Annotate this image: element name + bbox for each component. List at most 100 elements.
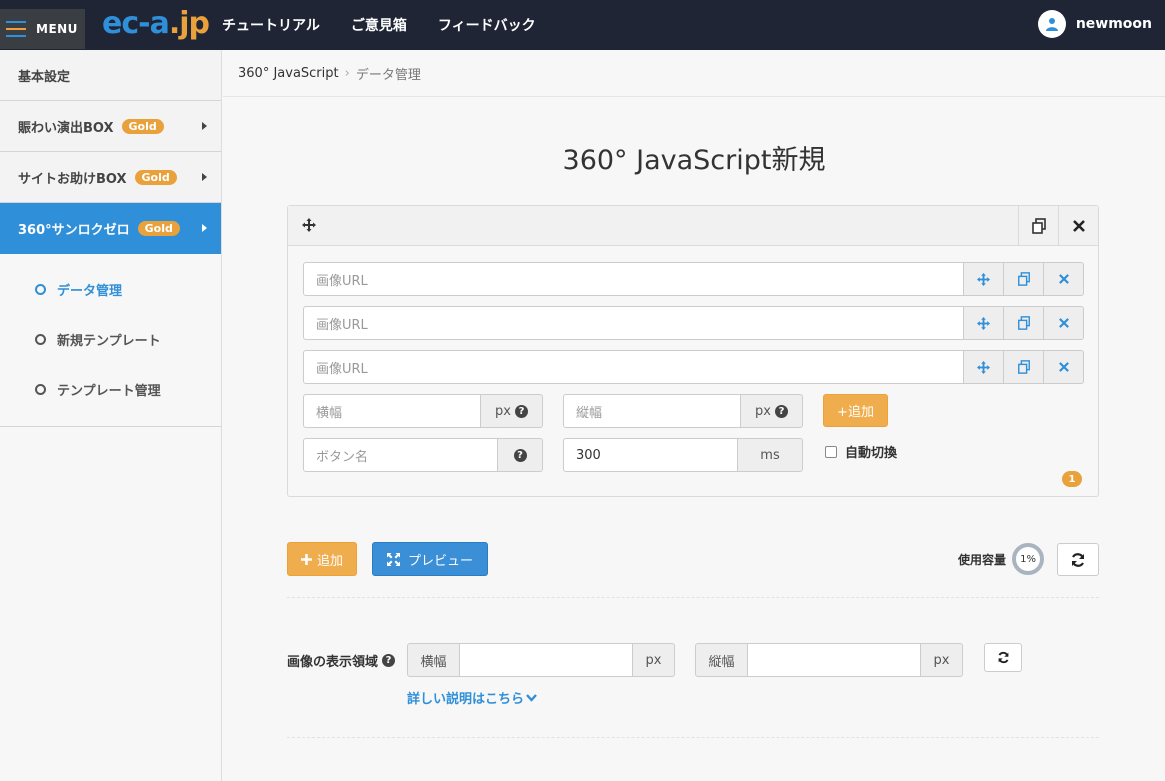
username: newmoon — [1075, 16, 1152, 32]
menu-button[interactable]: MENU — [0, 9, 85, 49]
sidebar-item-basic-settings[interactable]: 基本設定 — [0, 50, 221, 101]
image-set-panel: 画像URL 画像URL 画像URL 横幅 px? 縦幅 px? +追加 ボタン名… — [287, 205, 1099, 497]
page-title: 360° JavaScript新規 — [562, 145, 826, 176]
caret-right-icon — [202, 224, 207, 232]
sidebar-item-360-sanrokuzero[interactable]: 360°サンロクゼロ Gold — [0, 203, 221, 254]
breadcrumb-root[interactable]: 360° JavaScript — [238, 66, 339, 81]
close-panel-button[interactable] — [1058, 206, 1098, 246]
display-width-group: 横幅 px — [407, 643, 675, 677]
image-url-row: 画像URL — [303, 350, 1084, 384]
auto-switch-label: 自動切換 — [845, 446, 898, 461]
logo[interactable]: ec-a.jp — [102, 6, 210, 41]
close-icon — [1058, 274, 1069, 284]
submenu-item-template-management[interactable]: テンプレート管理 — [0, 364, 221, 414]
gold-badge: Gold — [134, 169, 177, 185]
help-icon[interactable]: ? — [774, 404, 788, 418]
button-name-help: ? — [498, 438, 543, 472]
interval-unit: ms — [738, 438, 803, 472]
delete-row-button[interactable] — [1044, 262, 1084, 296]
display-height-group: 縦幅 px — [695, 643, 963, 677]
height-group: 縦幅 px? — [563, 394, 803, 428]
copy-row-button[interactable] — [1004, 350, 1044, 384]
user-menu[interactable]: newmoon — [1037, 10, 1152, 38]
caret-right-icon — [202, 173, 207, 181]
interval-group: 300 ms — [563, 438, 803, 472]
count-badge: 1 — [1062, 471, 1082, 487]
detail-explanation-link[interactable]: 詳しい説明はこちら — [407, 688, 537, 707]
image-url-input[interactable]: 画像URL — [303, 262, 964, 296]
move-icon — [977, 316, 990, 330]
move-icon[interactable] — [302, 218, 316, 232]
duplicate-panel-button[interactable] — [1018, 206, 1058, 246]
hamburger-icon — [6, 21, 26, 37]
usage-label: 使用容量 — [958, 552, 1007, 567]
divider — [287, 597, 1099, 598]
sidebar-submenu: データ管理 新規テンプレート テンプレート管理 — [0, 254, 221, 427]
expand-icon — [386, 552, 400, 566]
display-width-input[interactable] — [460, 643, 633, 677]
submenu-item-data-management[interactable]: データ管理 — [0, 264, 221, 314]
image-url-input[interactable]: 画像URL — [303, 306, 964, 340]
copy-icon — [1017, 360, 1030, 374]
sidebar-spacer — [0, 427, 221, 781]
copy-icon — [1017, 272, 1030, 286]
breadcrumb-current: データ管理 — [355, 67, 421, 83]
sidebar-item-nigiwai-box[interactable]: 賑わい演出BOX Gold — [0, 101, 221, 152]
circle-icon — [35, 283, 46, 295]
panel-header — [288, 206, 1098, 246]
delete-row-button[interactable] — [1044, 350, 1084, 384]
help-icon[interactable]: ? — [514, 404, 528, 418]
checkbox[interactable] — [825, 445, 837, 458]
top-bar: MENU ec-a.jp チュートリアル ご意見箱 フィードバック newmoo… — [0, 0, 1165, 50]
move-icon — [977, 272, 990, 286]
height-input[interactable]: 縦幅 — [563, 394, 741, 428]
nav-feedback[interactable]: フィードバック — [438, 15, 536, 35]
move-row-button[interactable] — [964, 262, 1004, 296]
breadcrumb: 360° JavaScript › データ管理 — [223, 50, 1165, 97]
sidebar: 基本設定 賑わい演出BOX Gold サイトお助けBOX Gold 360°サン… — [0, 50, 222, 781]
move-icon — [977, 360, 990, 374]
reset-display-area-button[interactable] — [984, 643, 1022, 672]
circle-icon — [35, 333, 46, 345]
gold-badge: Gold — [121, 118, 164, 134]
add-panel-button[interactable]: 追加 — [287, 542, 357, 576]
image-url-input[interactable]: 画像URL — [303, 350, 964, 384]
copy-row-button[interactable] — [1004, 306, 1044, 340]
nav-suggestion-box[interactable]: ご意見箱 — [351, 15, 407, 35]
storage-usage: 使用容量 1% — [958, 543, 1045, 575]
button-name-input[interactable]: ボタン名 — [303, 438, 498, 472]
add-image-button[interactable]: +追加 — [823, 394, 888, 427]
divider — [287, 737, 1099, 738]
caret-right-icon — [202, 122, 207, 130]
button-name-group: ボタン名 ? — [303, 438, 543, 472]
sidebar-item-label: 賑わい演出BOX — [18, 120, 114, 136]
width-input[interactable]: 横幅 — [303, 394, 481, 428]
delete-row-button[interactable] — [1044, 306, 1084, 340]
nav-tutorial[interactable]: チュートリアル — [222, 15, 320, 35]
close-icon — [1058, 318, 1069, 328]
sidebar-item-label: 360°サンロクゼロ — [18, 222, 130, 238]
refresh-icon — [998, 651, 1008, 664]
width-unit: px? — [481, 394, 543, 428]
preview-button[interactable]: プレビュー — [372, 542, 488, 576]
submenu-item-new-template[interactable]: 新規テンプレート — [0, 314, 221, 364]
usage-gauge: 1% — [1012, 543, 1045, 575]
copy-icon — [1031, 218, 1046, 234]
gold-badge: Gold — [137, 220, 180, 236]
chevron-down-icon — [526, 693, 537, 702]
move-row-button[interactable] — [964, 306, 1004, 340]
display-height-input[interactable] — [748, 643, 921, 677]
help-icon[interactable]: ? — [382, 654, 396, 667]
display-height-label: 縦幅 — [695, 643, 748, 677]
circle-icon — [35, 383, 46, 395]
sidebar-item-label: サイトお助けBOX — [18, 171, 127, 187]
refresh-usage-button[interactable] — [1057, 543, 1099, 576]
copy-row-button[interactable] — [1004, 262, 1044, 296]
help-icon[interactable]: ? — [513, 448, 527, 462]
interval-input[interactable]: 300 — [563, 438, 738, 472]
sidebar-item-site-help-box[interactable]: サイトお助けBOX Gold — [0, 152, 221, 203]
move-row-button[interactable] — [964, 350, 1004, 384]
copy-icon — [1017, 316, 1030, 330]
auto-switch-checkbox[interactable]: 自動切換 — [825, 442, 897, 461]
plus-icon — [300, 553, 312, 565]
